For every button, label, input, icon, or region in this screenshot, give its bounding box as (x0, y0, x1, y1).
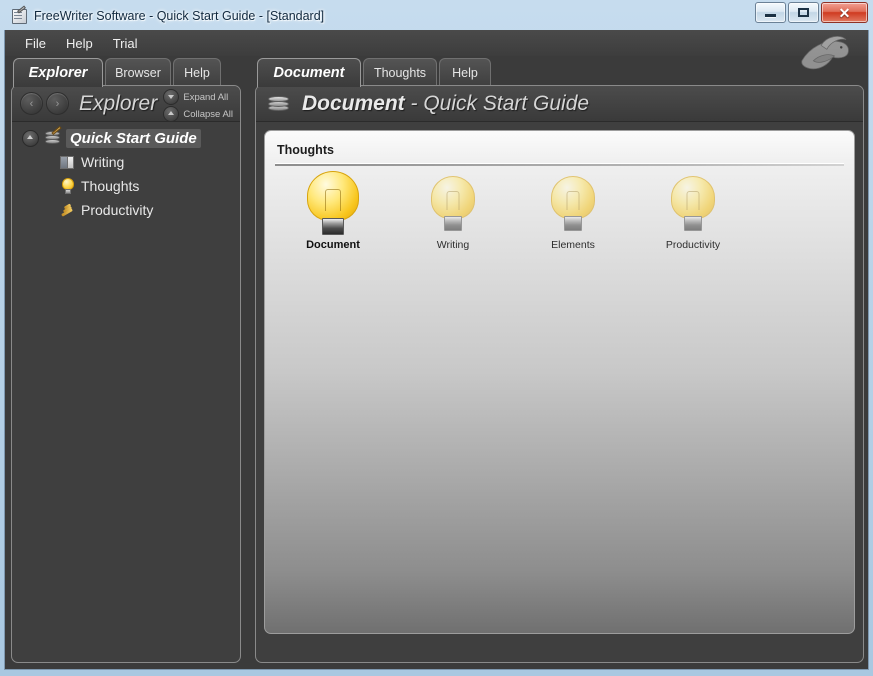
menu-item-trial[interactable]: Trial (103, 34, 148, 53)
chevron-up-icon (163, 106, 180, 122)
window-title: FreeWriter Software - Quick Start Guide … (34, 8, 325, 23)
tree-item-label: Thoughts (81, 178, 140, 194)
document-header: Document - Quick Start Guide (256, 86, 863, 122)
thought-item-writing[interactable]: Writing (393, 171, 513, 251)
expand-all-label: Expand All (183, 91, 229, 103)
lightbulb-icon (422, 171, 484, 235)
app-icon (11, 5, 27, 24)
document-title: Document - Quick Start Guide (302, 92, 589, 116)
thought-item-productivity[interactable]: Productivity (633, 171, 753, 251)
collapse-all-button[interactable]: Collapse All (163, 106, 233, 122)
chevron-down-icon (163, 89, 180, 105)
menu-item-help[interactable]: Help (56, 34, 103, 53)
menu-item-file[interactable]: File (15, 34, 56, 53)
group-divider (275, 163, 844, 166)
tab-help-left[interactable]: Help (173, 58, 221, 86)
explorer-header: ‹ › Explorer Expand All Collapse All (12, 86, 240, 122)
tree-item-productivity[interactable]: Productivity (12, 198, 240, 222)
expand-all-button[interactable]: Expand All (163, 89, 233, 105)
thought-item-label: Productivity (665, 239, 721, 251)
forward-icon[interactable]: › (46, 92, 69, 115)
wheat-icon (59, 201, 77, 219)
menu-bar: File Help Trial (5, 30, 868, 56)
tree-item-writing[interactable]: Writing (12, 150, 240, 174)
lightbulb-icon (542, 171, 604, 235)
group-label-thoughts: Thoughts (277, 143, 334, 157)
lightbulb-icon (662, 171, 724, 235)
thought-item-label: Document (306, 239, 360, 251)
explorer-nav-buttons: ‹ › (20, 92, 69, 115)
window-controls: ✕ (755, 2, 868, 23)
lightbulb-icon (302, 171, 364, 235)
tab-browser[interactable]: Browser (105, 58, 171, 86)
thought-bulb-list: Document Writing Elements Productivity (273, 171, 846, 251)
thought-item-label: Writing (436, 239, 470, 251)
explorer-tree: Quick Start Guide Writing Thoughts Produ… (12, 122, 240, 662)
tab-document[interactable]: Document (257, 58, 361, 87)
maximize-button[interactable] (788, 2, 819, 23)
tree-item-label: Writing (81, 154, 125, 170)
title-bar: FreeWriter Software - Quick Start Guide … (0, 0, 873, 30)
collapse-all-label: Collapse All (183, 108, 233, 120)
application-window: FreeWriter Software - Quick Start Guide … (0, 0, 873, 676)
minimize-button[interactable] (755, 2, 786, 23)
thought-item-label: Elements (551, 239, 595, 251)
tree-item-quick-start-guide[interactable]: Quick Start Guide (12, 125, 240, 150)
document-title-strong: Document (302, 91, 405, 115)
tab-explorer[interactable]: Explorer (13, 58, 103, 87)
tab-thoughts[interactable]: Thoughts (363, 58, 437, 86)
maximize-icon (798, 8, 809, 17)
client-area: File Help Trial Explorer Browser Help Do… (4, 30, 869, 670)
lightbulb-icon (59, 177, 77, 195)
guide-icon (44, 125, 62, 147)
close-button[interactable]: ✕ (821, 2, 868, 23)
explorer-panel: ‹ › Explorer Expand All Collapse All Qui… (11, 85, 241, 663)
thought-item-elements[interactable]: Elements (513, 171, 633, 251)
tree-toggle-icon[interactable] (22, 129, 39, 147)
close-icon: ✕ (838, 4, 851, 21)
expand-controls: Expand All Collapse All (163, 89, 233, 122)
document-canvas: Thoughts Document Writing Elements Produ… (264, 130, 855, 634)
book-icon (59, 153, 77, 171)
dove-icon (801, 36, 849, 70)
minimize-icon (765, 14, 776, 17)
tree-item-label: Productivity (81, 202, 154, 218)
tab-help-right[interactable]: Help (439, 58, 491, 86)
back-icon[interactable]: ‹ (20, 92, 43, 115)
document-title-rest: - Quick Start Guide (404, 91, 590, 115)
explorer-title: Explorer (79, 91, 158, 115)
thought-item-document[interactable]: Document (273, 171, 393, 251)
tree-item-label: Quick Start Guide (66, 128, 201, 148)
stacked-disc-icon (266, 92, 292, 116)
tree-item-thoughts[interactable]: Thoughts (12, 174, 240, 198)
document-panel: Document - Quick Start Guide Thoughts Do… (255, 85, 864, 663)
